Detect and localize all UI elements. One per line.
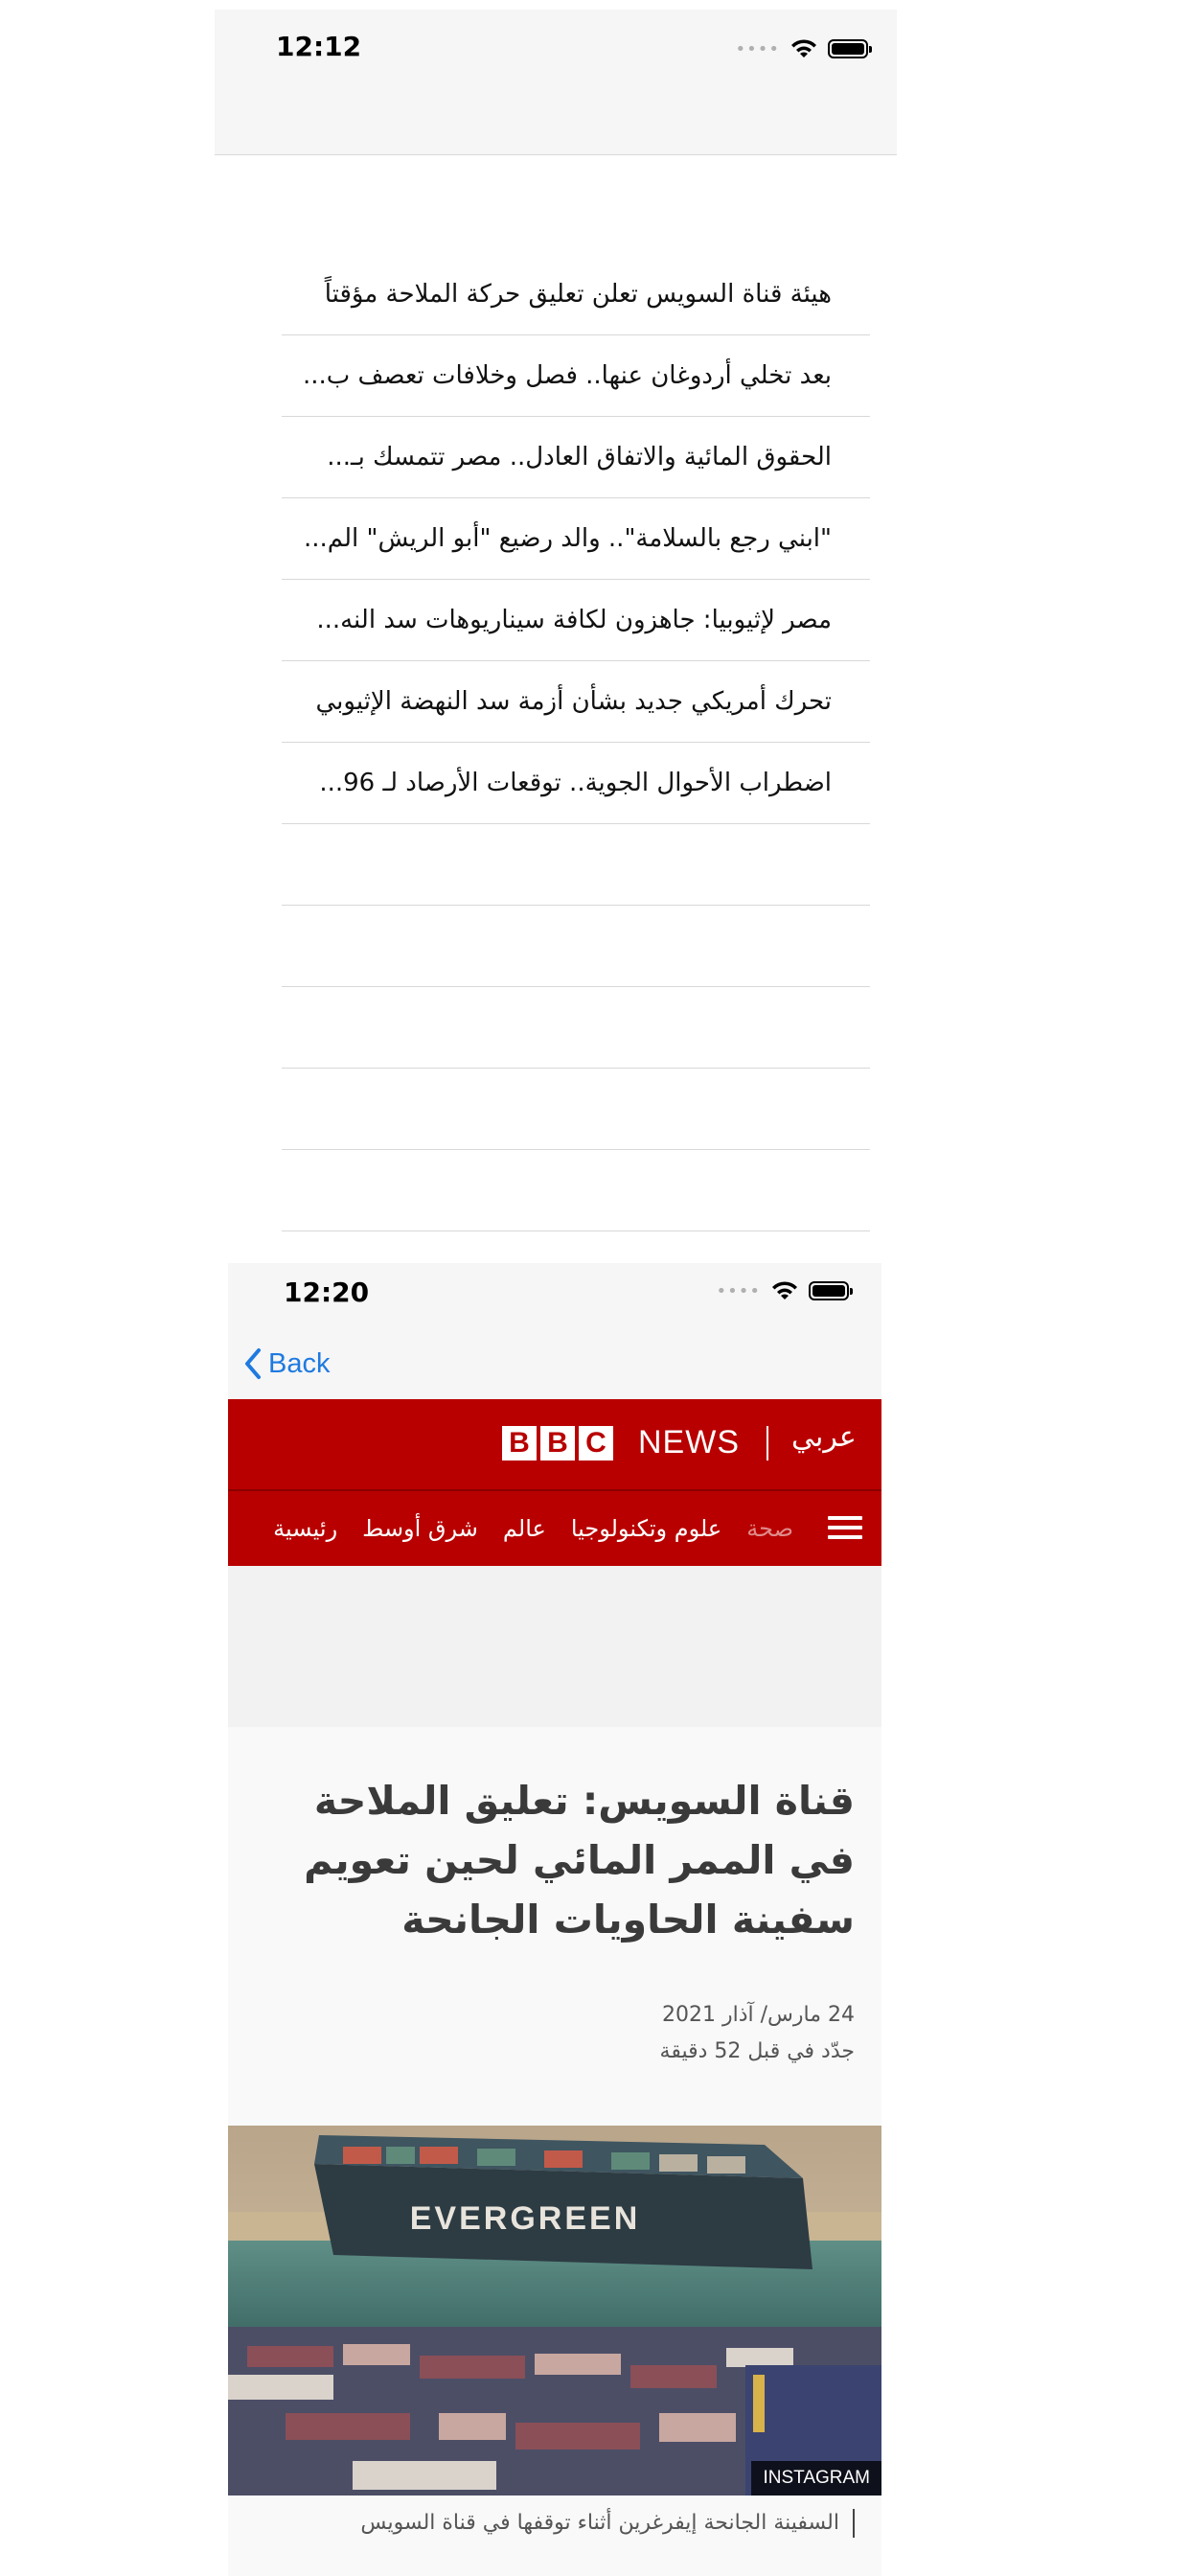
nav-item-middle-east[interactable]: شرق أوسط [362,1515,478,1542]
headline-text: مصر لإثيوبيا: جاهزون لكافة سيناريوهات سد… [316,606,832,634]
menu-icon[interactable] [828,1516,862,1541]
article-screen: 12:20 •••• Back B B C NEWS عربي رئيسية ش… [228,1263,881,2576]
status-time: 12:12 [276,31,362,62]
image-credit: INSTAGRAM [751,2461,881,2496]
nav-bar: 12:20 •••• Back [228,1263,881,1399]
headline-text: "ابني رجع بالسلامة".. والد رضيع "أبو الر… [304,524,832,553]
headline-text [282,824,832,906]
back-label: Back [268,1347,331,1379]
headline-text: اضطراب الأحوال الجوية.. توقعات الأرصاد ل… [319,769,832,797]
header-divider [767,1426,768,1460]
headline-text: هيئة قناة السويس تعلن تعليق حركة الملاحة… [324,280,832,309]
wifi-icon [772,1281,797,1300]
news-wordmark: NEWS [638,1424,740,1460]
status-icons: •••• [735,38,872,59]
headline-row[interactable] [282,824,870,906]
headline-list: هيئة قناة السويس تعلن تعليق حركة الملاحة… [282,254,870,1231]
nav-item-home[interactable]: رئيسية [273,1515,337,1542]
article-date: 24 مارس/ آذار 2021 [661,2003,855,2027]
battery-icon [809,1281,853,1300]
headline-text [282,1069,832,1150]
headline-row[interactable]: اضطراب الأحوال الجوية.. توقعات الأرصاد ل… [282,743,870,824]
caption-text: السفينة الجانحة إيفرغرين أثناء توقفها في… [360,2511,839,2535]
bbc-logo[interactable]: B B C [502,1426,613,1460]
headline-text [282,906,832,987]
headline-text: الحقوق المائية والاتفاق العادل.. مصر تتم… [327,443,832,472]
nav-item-world[interactable]: عالم [503,1515,546,1542]
headline-row[interactable]: بعد تخلي أردوغان عنها.. فصل وخلافات تعصف… [282,335,870,417]
caption-bar [853,2509,855,2538]
image-caption: السفينة الجانحة إيفرغرين أثناء توقفها في… [255,2509,855,2538]
arabic-wordmark: عربي [791,1420,857,1454]
status-icons: •••• [716,1280,853,1301]
headline-row[interactable]: "ابني رجع بالسلامة".. والد رضيع "أبو الر… [282,498,870,580]
wifi-icon [791,39,816,58]
status-time: 12:20 [284,1276,370,1308]
headline-text [282,1150,832,1231]
article-title: قناة السويس: تعليق الملاحة في الممر الما… [304,1778,855,1943]
bbc-letter: C [579,1426,613,1460]
headline-row[interactable] [282,987,870,1069]
bbc-letter: B [540,1426,575,1460]
back-button[interactable]: Back [243,1347,330,1380]
nav-item-health[interactable]: صحة [746,1515,793,1542]
headline-row[interactable]: تحرك أمريكي جديد بشأن أزمة سد النهضة الإ… [282,661,870,743]
hull-text: EVERGREEN [410,2200,641,2237]
article-updated: جدّد في قبل 52 دقيقة [659,2039,855,2063]
status-bar: 12:12 •••• [215,10,897,155]
article-image[interactable]: EVERGREEN INSTAGRAM [228,2126,881,2496]
ad-placeholder [228,1566,881,1727]
signal-icon: •••• [735,38,780,59]
battery-icon [828,39,872,58]
headlines-screen: 12:12 •••• هيئة قناة السويس تعلن تعليق ح… [215,10,897,1231]
headline-row[interactable] [282,1069,870,1150]
bbc-letter: B [502,1426,537,1460]
headline-row[interactable]: الحقوق المائية والاتفاق العادل.. مصر تتم… [282,417,870,498]
headline-row[interactable]: هيئة قناة السويس تعلن تعليق حركة الملاحة… [282,254,870,335]
headline-text [282,987,832,1069]
section-nav: رئيسية شرق أوسط عالم علوم وتكنولوجيا صحة [228,1491,881,1566]
nav-item-science-tech[interactable]: علوم وتكنولوجيا [571,1515,721,1542]
nav-items: رئيسية شرق أوسط عالم علوم وتكنولوجيا صحة [273,1491,793,1566]
bbc-header: B B C NEWS عربي [228,1399,881,1489]
chevron-left-icon [245,1348,261,1379]
ship-photo: EVERGREEN [228,2126,881,2496]
headline-row[interactable]: مصر لإثيوبيا: جاهزون لكافة سيناريوهات سد… [282,580,870,661]
headline-row[interactable] [282,906,870,987]
headline-text: بعد تخلي أردوغان عنها.. فصل وخلافات تعصف… [302,361,832,390]
signal-icon: •••• [716,1280,761,1301]
headline-row[interactable] [282,1150,870,1231]
headline-text: تحرك أمريكي جديد بشأن أزمة سد النهضة الإ… [315,687,832,716]
